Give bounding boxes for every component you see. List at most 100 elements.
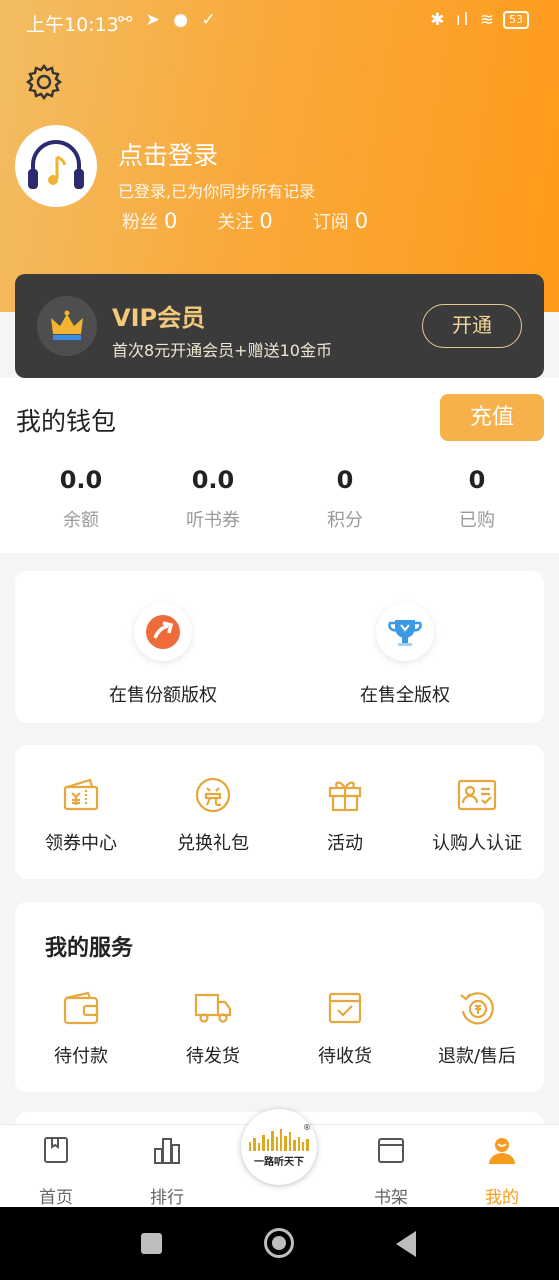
service-label: 待付款 — [54, 1046, 108, 1067]
refund-aftersale-item[interactable]: 退款/售后 — [411, 988, 543, 1068]
subscription-stat[interactable]: 订阅 0 — [313, 208, 368, 234]
wallet-label: 余额 — [63, 510, 99, 531]
audio-bars-icon — [249, 1129, 309, 1151]
exchange-gift-item[interactable]: 兑换礼包 — [147, 775, 279, 855]
wallet-value: 0 — [468, 466, 486, 494]
vip-open-button[interactable]: 开通 — [422, 304, 522, 348]
stat-value: 0 — [354, 209, 369, 233]
stat-value: 0 — [164, 209, 178, 233]
bar-chart-icon — [154, 1138, 180, 1164]
back-icon[interactable] — [396, 1231, 416, 1257]
wallet-points[interactable]: 0 积分 — [279, 466, 411, 532]
box-check-icon — [325, 988, 365, 1028]
wallet-vouchers[interactable]: 0.0 听书券 — [147, 466, 279, 532]
wallet-value: 0.0 — [191, 466, 235, 494]
wallet-icon — [61, 988, 101, 1028]
bottom-tab-bar: 首页 排行 一路听天下 ® 书架 我的 — [0, 1109, 559, 1208]
registered-mark: ® — [303, 1123, 311, 1132]
following-stat[interactable]: 关注 0 — [217, 208, 272, 234]
tab-label: 我的 — [485, 1188, 519, 1208]
vip-subtitle: 首次8元开通会员+赠送10金币 — [112, 341, 332, 360]
wallet-value: 0 — [336, 466, 354, 494]
signal-icons: ✱ ıl ≋ — [430, 10, 497, 30]
tab-label: 首页 — [39, 1188, 73, 1208]
vip-card[interactable]: VIP会员 首次8元开通会员+赠送10金币 开通 — [15, 274, 544, 378]
services-grid: 待付款 待发货 待收货 退款/售后 — [15, 988, 544, 1068]
activity-item[interactable]: 活动 — [279, 775, 411, 855]
tab-home[interactable]: 首页 — [16, 1135, 96, 1208]
service-label: 待收货 — [318, 1046, 372, 1067]
service-label: 待发货 — [186, 1046, 240, 1067]
center-logo-button[interactable]: 一路听天下 ® — [241, 1109, 317, 1185]
full-copyright-item[interactable]: 在售全版权 — [305, 603, 505, 707]
settings-gear-icon[interactable] — [24, 62, 64, 102]
subscriber-verify-item[interactable]: 认购人认证 — [411, 775, 543, 855]
recharge-button[interactable]: 充值 — [440, 394, 544, 441]
tab-bookshelf[interactable]: 书架 — [351, 1135, 431, 1208]
avatar[interactable] — [15, 125, 97, 207]
headphone-music-icon — [28, 140, 84, 189]
tools-grid: 领券中心 兑换礼包 活动 认购人认证 — [15, 775, 544, 855]
status-time: 上午10:13 — [26, 14, 119, 36]
copyright-card: 在售份额版权 在售全版权 — [15, 571, 544, 723]
services-card: 我的服务 待付款 待发货 待收货 退款/售后 — [15, 902, 544, 1092]
login-subtitle: 已登录,已为你同步所有记录 — [118, 182, 316, 201]
wallet-balance[interactable]: 0.0 余额 — [15, 466, 147, 532]
service-label: 退款/售后 — [437, 1046, 517, 1067]
recent-apps-icon[interactable] — [141, 1233, 162, 1254]
notification-icons: ⚯ ➤ ● ✓ — [118, 10, 220, 30]
wallet-label: 已购 — [459, 510, 495, 531]
profile-header: 上午10:13 ⚯ ➤ ● ✓ ✱ ıl ≋ 53 点击登录 已登录,已为你同步… — [0, 0, 559, 312]
login-link[interactable]: 点击登录 — [118, 136, 218, 172]
wallet-stats: 0.0 余额 0.0 听书券 0 积分 0 已购 — [0, 466, 559, 532]
exchange-icon — [193, 775, 233, 815]
wallet-label: 听书券 — [186, 510, 240, 531]
stat-value: 0 — [259, 209, 273, 233]
user-icon — [489, 1138, 515, 1164]
home-icon[interactable] — [264, 1228, 294, 1258]
wallet-value: 0.0 — [59, 466, 103, 494]
bookshelf-icon — [378, 1138, 404, 1163]
wallet-label: 积分 — [327, 510, 363, 531]
crown-icon — [37, 296, 97, 356]
arrow-up-circle-icon — [134, 603, 192, 661]
system-status-icons: ✱ ıl ≋ 53 — [430, 10, 529, 30]
battery-icon: 53 — [503, 11, 529, 29]
coupon-center-item[interactable]: 领券中心 — [15, 775, 147, 855]
tool-label: 兑换礼包 — [177, 833, 249, 854]
tab-label: 书架 — [374, 1188, 408, 1208]
tool-label: 认购人认证 — [432, 833, 522, 854]
id-card-icon — [457, 775, 497, 815]
vip-title: VIP会员 — [112, 304, 206, 332]
wallet-title: 我的钱包 — [16, 407, 117, 436]
logo-text: 一路听天下 — [254, 1157, 304, 1168]
copyright-label: 在售份额版权 — [109, 685, 217, 706]
wallet-purchased[interactable]: 0 已购 — [411, 466, 543, 532]
tool-label: 活动 — [327, 833, 363, 854]
share-copyright-item[interactable]: 在售份额版权 — [63, 603, 263, 707]
stat-label: 订阅 — [312, 212, 349, 233]
tab-label: 排行 — [150, 1188, 184, 1208]
book-icon — [44, 1137, 68, 1163]
pending-shipment-item[interactable]: 待发货 — [147, 988, 279, 1068]
copyright-label: 在售全版权 — [360, 685, 450, 706]
services-title: 我的服务 — [45, 936, 134, 961]
stat-label: 粉丝 — [122, 212, 158, 233]
refund-icon — [457, 988, 497, 1028]
truck-icon — [193, 988, 233, 1028]
trophy-icon — [376, 603, 434, 661]
tools-card: 领券中心 兑换礼包 活动 认购人认证 — [15, 745, 544, 879]
wallet-section: 我的钱包 充值 0.0 余额 0.0 听书券 0 积分 0 已购 — [0, 378, 559, 553]
fans-stat[interactable]: 粉丝 0 — [122, 208, 177, 234]
profile-stats: 粉丝 0 关注 0 订阅 0 — [122, 208, 368, 234]
pending-payment-item[interactable]: 待付款 — [15, 988, 147, 1068]
tool-label: 领券中心 — [45, 833, 117, 854]
status-bar: 上午10:13 ⚯ ➤ ● ✓ ✱ ıl ≋ 53 — [0, 0, 559, 44]
system-nav-bar — [0, 1207, 559, 1280]
pending-receipt-item[interactable]: 待收货 — [279, 988, 411, 1068]
tab-ranking[interactable]: 排行 — [127, 1135, 207, 1208]
coupon-icon — [61, 775, 101, 815]
gift-icon — [325, 775, 365, 815]
stat-label: 关注 — [217, 212, 254, 233]
tab-mine[interactable]: 我的 — [462, 1135, 542, 1208]
